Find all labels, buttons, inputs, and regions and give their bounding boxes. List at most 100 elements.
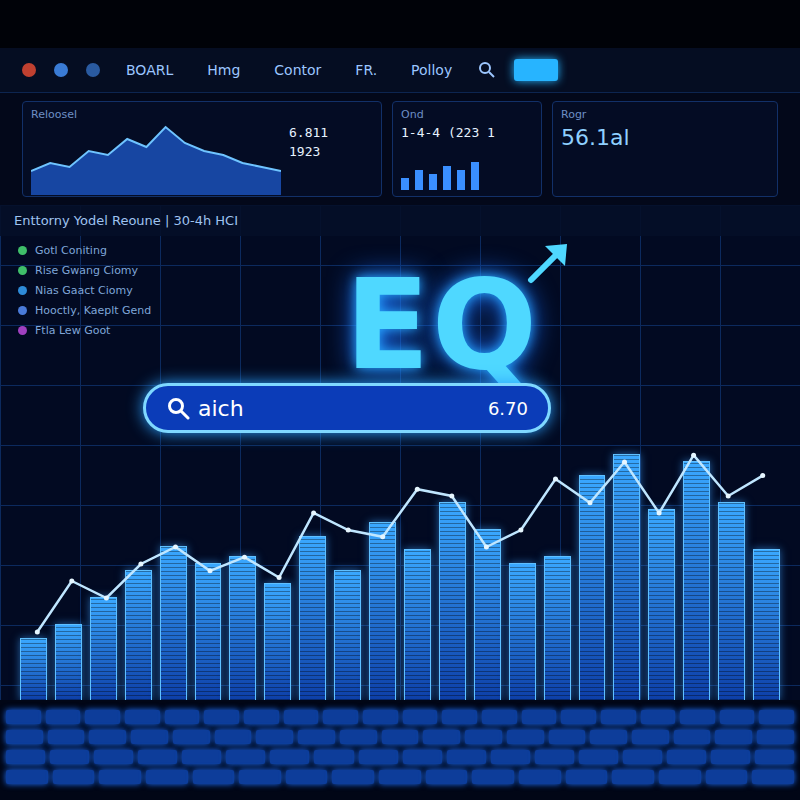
- browser-dot-icon[interactable]: [22, 63, 36, 77]
- chart-bar: [299, 536, 326, 700]
- key[interactable]: [632, 730, 669, 744]
- key[interactable]: [482, 710, 517, 724]
- key[interactable]: [426, 770, 468, 784]
- key[interactable]: [379, 770, 421, 784]
- key[interactable]: [507, 730, 544, 744]
- key[interactable]: [755, 750, 794, 764]
- browser-dot-icon[interactable]: [54, 63, 68, 77]
- sidebar-item[interactable]: Nias Gaact Ciomy: [18, 282, 218, 298]
- key[interactable]: [85, 710, 120, 724]
- key[interactable]: [6, 710, 41, 724]
- key[interactable]: [204, 710, 239, 724]
- key[interactable]: [99, 770, 141, 784]
- sidebar-item[interactable]: Hooctly, Kaeplt Gend: [18, 302, 218, 318]
- key[interactable]: [465, 730, 502, 744]
- sidebar-item[interactable]: Rise Gwang Ciomy: [18, 262, 218, 278]
- key[interactable]: [641, 710, 676, 724]
- key[interactable]: [759, 710, 794, 724]
- key[interactable]: [131, 730, 168, 744]
- sidebar-label: Ftla Lew Goot: [35, 324, 110, 337]
- key[interactable]: [6, 730, 43, 744]
- key[interactable]: [46, 710, 81, 724]
- key[interactable]: [472, 770, 514, 784]
- key[interactable]: [590, 730, 627, 744]
- key[interactable]: [715, 730, 752, 744]
- key[interactable]: [757, 730, 794, 744]
- key[interactable]: [680, 710, 715, 724]
- key[interactable]: [314, 750, 353, 764]
- key[interactable]: [442, 710, 477, 724]
- tab[interactable]: Polloy: [403, 58, 460, 82]
- key[interactable]: [94, 750, 133, 764]
- key[interactable]: [332, 770, 374, 784]
- tab[interactable]: Hmg: [199, 58, 248, 82]
- line-point: [208, 568, 213, 573]
- key[interactable]: [447, 750, 486, 764]
- key[interactable]: [674, 730, 711, 744]
- key[interactable]: [165, 710, 200, 724]
- key[interactable]: [182, 750, 221, 764]
- key[interactable]: [298, 730, 335, 744]
- search-bar[interactable]: aich6.70: [143, 383, 551, 433]
- key[interactable]: [659, 770, 701, 784]
- key[interactable]: [535, 750, 574, 764]
- key[interactable]: [601, 710, 636, 724]
- key[interactable]: [549, 730, 586, 744]
- reading: 6.811: [289, 125, 328, 140]
- key[interactable]: [711, 750, 750, 764]
- tab[interactable]: BOARL: [118, 58, 181, 82]
- line-point: [104, 596, 109, 601]
- tab[interactable]: Contor: [266, 58, 329, 82]
- key[interactable]: [244, 710, 279, 724]
- key[interactable]: [340, 730, 377, 744]
- key[interactable]: [173, 730, 210, 744]
- key[interactable]: [522, 710, 557, 724]
- key[interactable]: [579, 750, 618, 764]
- key[interactable]: [270, 750, 309, 764]
- tab[interactable]: FR.: [347, 58, 385, 82]
- key[interactable]: [359, 750, 398, 764]
- search-input[interactable]: aich: [198, 396, 480, 421]
- key[interactable]: [193, 770, 235, 784]
- key[interactable]: [6, 750, 45, 764]
- key[interactable]: [561, 710, 596, 724]
- key[interactable]: [491, 750, 530, 764]
- key[interactable]: [423, 730, 460, 744]
- key[interactable]: [125, 710, 160, 724]
- key[interactable]: [286, 770, 328, 784]
- browser-dot-icon[interactable]: [86, 63, 100, 77]
- key[interactable]: [284, 710, 319, 724]
- key[interactable]: [256, 730, 293, 744]
- sidebar-item[interactable]: Gotl Coniting: [18, 242, 218, 258]
- key[interactable]: [226, 750, 265, 764]
- key[interactable]: [382, 730, 419, 744]
- key[interactable]: [50, 750, 89, 764]
- key[interactable]: [48, 730, 85, 744]
- key[interactable]: [706, 770, 748, 784]
- key[interactable]: [720, 710, 755, 724]
- status-dot: [18, 266, 27, 275]
- status-dot: [18, 326, 27, 335]
- key[interactable]: [623, 750, 662, 764]
- key[interactable]: [403, 750, 442, 764]
- key[interactable]: [566, 770, 608, 784]
- key[interactable]: [146, 770, 188, 784]
- key[interactable]: [53, 770, 95, 784]
- chart-bar: [20, 638, 47, 700]
- key[interactable]: [752, 770, 794, 784]
- key[interactable]: [323, 710, 358, 724]
- key[interactable]: [215, 730, 252, 744]
- key[interactable]: [612, 770, 654, 784]
- key[interactable]: [363, 710, 398, 724]
- sidebar-item[interactable]: Ftla Lew Goot: [18, 322, 218, 338]
- key[interactable]: [667, 750, 706, 764]
- key[interactable]: [403, 710, 438, 724]
- highlight-button[interactable]: [514, 59, 558, 81]
- line-point: [760, 473, 765, 478]
- line-point: [138, 562, 143, 567]
- key[interactable]: [6, 770, 48, 784]
- key[interactable]: [89, 730, 126, 744]
- key[interactable]: [239, 770, 281, 784]
- key[interactable]: [519, 770, 561, 784]
- key[interactable]: [138, 750, 177, 764]
